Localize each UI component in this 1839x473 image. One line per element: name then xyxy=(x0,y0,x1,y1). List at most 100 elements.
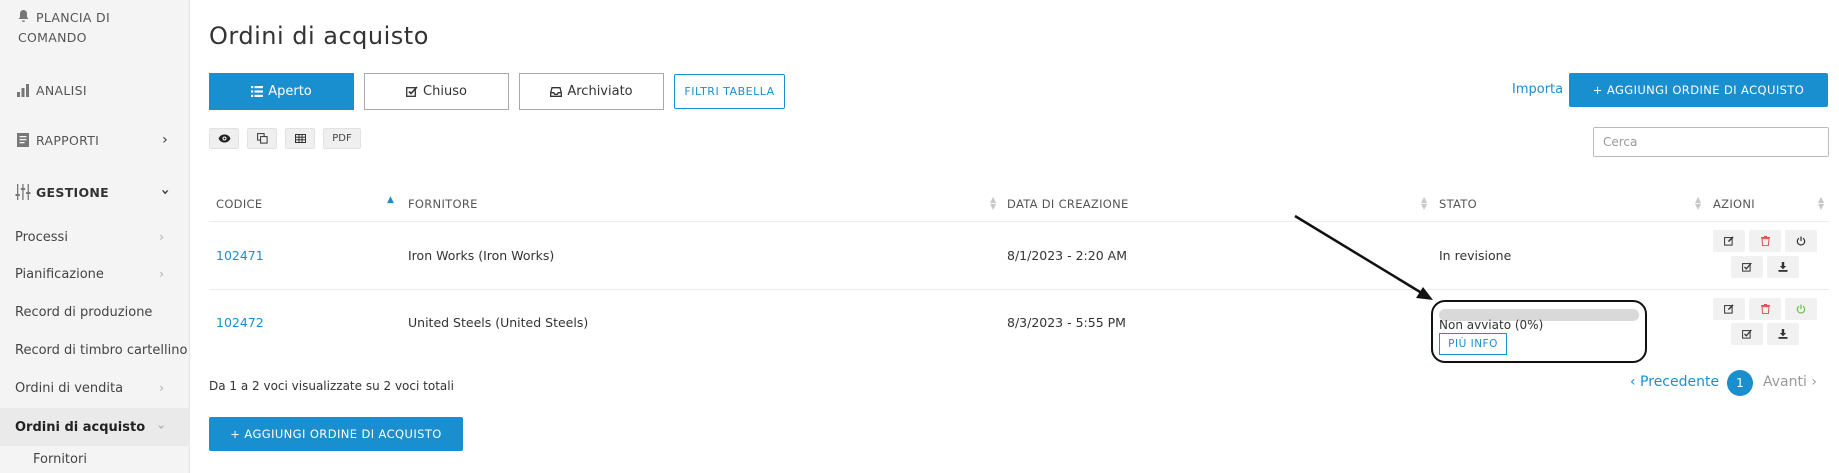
sort-icon[interactable]: ▲ ▼ xyxy=(1421,196,1427,211)
next-page-link[interactable]: Avanti › xyxy=(1763,374,1817,390)
sidebar-item-fornitori[interactable]: Fornitori xyxy=(0,448,190,470)
chevron-right-icon: › xyxy=(159,267,164,281)
bell-icon xyxy=(14,9,32,23)
edit-icon xyxy=(1724,236,1734,246)
sidebar-item-processi[interactable]: Processi › xyxy=(0,226,190,248)
copy-icon xyxy=(256,133,268,144)
tab-aperto[interactable]: Aperto xyxy=(209,73,354,110)
date-cell: 8/3/2023 - 5:55 PM xyxy=(1007,315,1126,330)
sort-icon[interactable]: ▲ ▼ xyxy=(1695,196,1701,211)
toggle-power-button[interactable] xyxy=(1785,298,1817,320)
sidebar-item-gestione[interactable]: GESTIONE › xyxy=(0,180,190,204)
supplier-cell: United Steels (United Steels) xyxy=(408,315,589,330)
sidebar-item-label: Processi xyxy=(15,229,68,245)
check-square-icon xyxy=(406,86,418,97)
sidebar-item-label: Record di timbro cartellino xyxy=(15,342,188,358)
delete-button[interactable] xyxy=(1749,298,1781,320)
sidebar-item-pianificazione[interactable]: Pianificazione › xyxy=(0,263,190,285)
sidebar-item-label: COMANDO xyxy=(18,30,87,45)
sidebar-item-label: ANALISI xyxy=(36,82,87,98)
tab-label: Aperto xyxy=(268,84,312,99)
column-header-azioni: AZIONI xyxy=(1713,197,1755,211)
list-icon xyxy=(251,86,264,97)
import-link[interactable]: Importa xyxy=(1512,82,1563,97)
copy-button[interactable] xyxy=(247,128,277,149)
check-square-icon xyxy=(1742,262,1752,272)
tab-label: Archiviato xyxy=(567,84,633,99)
bar-chart-icon xyxy=(14,83,32,97)
page-title: Ordini di acquisto xyxy=(209,22,429,50)
power-icon xyxy=(1796,304,1806,314)
supplier-cell: Iron Works (Iron Works) xyxy=(408,248,555,263)
sidebar-item-label: Pianificazione xyxy=(15,266,104,282)
date-cell: 8/1/2023 - 2:20 AM xyxy=(1007,248,1127,263)
power-icon xyxy=(1796,236,1806,246)
sidebar-item-label: Ordini di acquisto xyxy=(15,419,146,435)
chevron-right-icon: › xyxy=(162,132,168,148)
trash-icon xyxy=(1760,236,1770,246)
header-divider xyxy=(209,221,1829,222)
main-content: Ordini di acquisto Aperto Chiuso Archivi… xyxy=(190,0,1839,473)
table-icon xyxy=(294,134,306,143)
sidebar-item-label: Record di produzione xyxy=(15,304,153,320)
table-filters-button[interactable]: FILTRI TABELLA xyxy=(674,74,785,109)
page-number-1[interactable]: 1 xyxy=(1727,370,1753,396)
pdf-export-button[interactable]: PDF xyxy=(323,128,361,149)
document-icon xyxy=(14,132,32,148)
toggle-power-button[interactable] xyxy=(1785,230,1817,252)
add-purchase-order-button[interactable]: + AGGIUNGI ORDINE DI ACQUISTO xyxy=(1569,73,1828,107)
chevron-down-icon: › xyxy=(156,188,173,196)
sort-icon[interactable]: ▲ ▼ xyxy=(990,196,996,211)
sidebar-item-label: Ordini di vendita xyxy=(15,380,124,396)
sidebar-item-record-produzione[interactable]: Record di produzione xyxy=(0,301,190,323)
inbox-icon xyxy=(550,86,563,97)
chevron-right-icon: › xyxy=(159,381,164,395)
sidebar-item-ordini-acquisto[interactable]: Ordini di acquisto › xyxy=(0,408,190,446)
sidebar-item-record-timbro[interactable]: Record di timbro cartellino xyxy=(0,339,190,361)
row-divider xyxy=(209,289,1829,290)
excel-export-button[interactable] xyxy=(285,128,315,149)
highlight-box xyxy=(1431,300,1647,363)
sidebar-item-dashboard[interactable]: PLANCIA DI COMANDO xyxy=(0,8,190,48)
order-code-link[interactable]: 102472 xyxy=(216,315,264,330)
sidebar-item-ordini-vendita[interactable]: Ordini di vendita › xyxy=(0,377,190,399)
edit-button[interactable] xyxy=(1713,298,1745,320)
column-header-fornitore[interactable]: FORNITORE xyxy=(408,197,478,211)
sidebar-item-analisi[interactable]: ANALISI xyxy=(0,78,190,102)
column-header-stato[interactable]: STATO xyxy=(1439,197,1477,211)
column-header-data[interactable]: DATA DI CREAZIONE xyxy=(1007,197,1129,211)
search-input[interactable] xyxy=(1593,127,1829,157)
download-icon xyxy=(1778,329,1788,339)
add-purchase-order-button-bottom[interactable]: + AGGIUNGI ORDINE DI ACQUISTO xyxy=(209,417,463,451)
download-button[interactable] xyxy=(1767,256,1799,278)
chevron-down-icon: › xyxy=(154,424,169,430)
tab-archiviato[interactable]: Archiviato xyxy=(519,73,664,110)
close-order-button[interactable] xyxy=(1731,323,1763,345)
column-header-codice[interactable]: CODICE xyxy=(216,197,262,211)
sidebar: PLANCIA DI COMANDO ANALISI RAPPORTI › GES… xyxy=(0,0,190,473)
trash-icon xyxy=(1760,304,1770,314)
download-button[interactable] xyxy=(1767,323,1799,345)
sort-asc-icon[interactable]: ▲ xyxy=(387,196,394,205)
close-order-button[interactable] xyxy=(1731,256,1763,278)
previous-page-link[interactable]: ‹ Precedente xyxy=(1630,374,1719,390)
chevron-right-icon: › xyxy=(159,230,164,244)
check-square-icon xyxy=(1742,329,1752,339)
annotation-arrow xyxy=(1294,214,1433,300)
sidebar-item-label: RAPPORTI xyxy=(36,132,100,148)
order-code-link[interactable]: 102471 xyxy=(216,248,264,263)
delete-button[interactable] xyxy=(1749,230,1781,252)
edit-button[interactable] xyxy=(1713,230,1745,252)
pagination-info: Da 1 a 2 voci visualizzate su 2 voci tot… xyxy=(209,379,454,393)
sidebar-item-label: PLANCIA DI xyxy=(36,10,110,25)
sliders-icon xyxy=(14,184,32,200)
sidebar-item-label: GESTIONE xyxy=(36,184,110,200)
sort-icon[interactable]: ▲ ▼ xyxy=(1818,196,1824,211)
eye-icon xyxy=(218,134,230,143)
column-visibility-button[interactable] xyxy=(209,128,239,149)
sidebar-item-rapporti[interactable]: RAPPORTI › xyxy=(0,128,190,152)
sidebar-item-label: Fornitori xyxy=(33,451,87,467)
tab-chiuso[interactable]: Chiuso xyxy=(364,73,509,110)
tab-label: Chiuso xyxy=(423,84,467,99)
edit-icon xyxy=(1724,304,1734,314)
